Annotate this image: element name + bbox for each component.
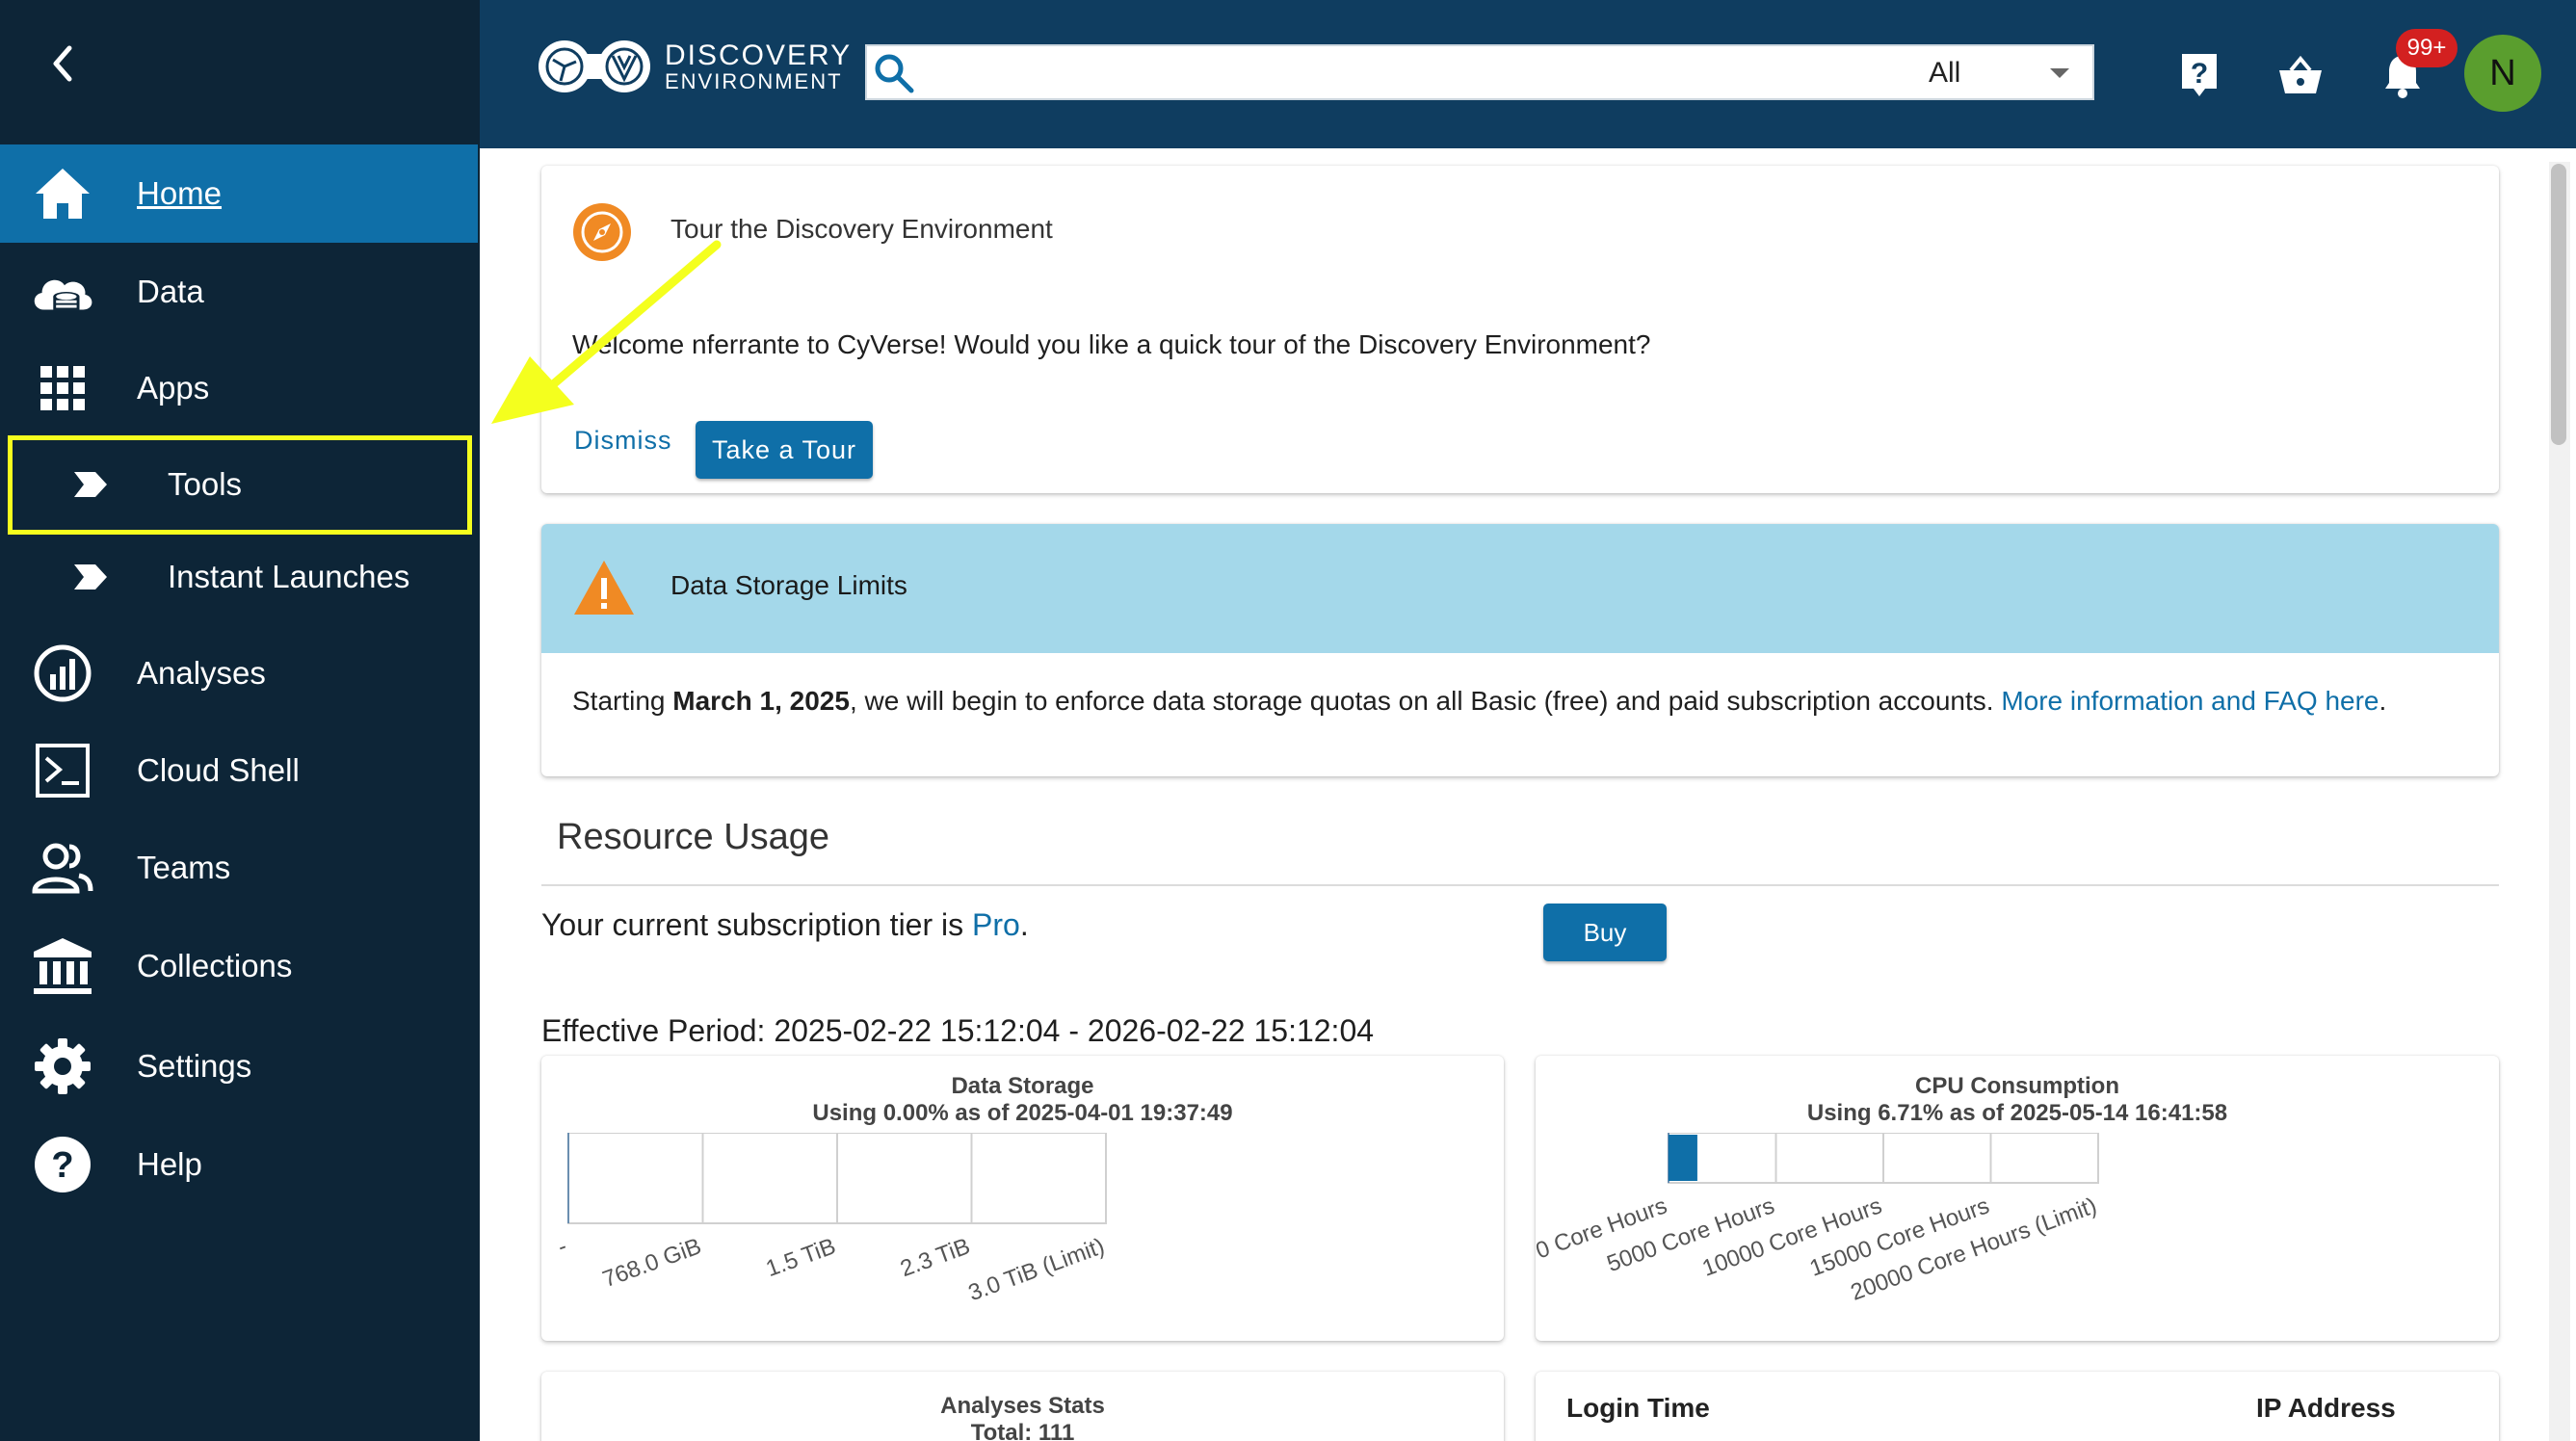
storage-notice-text: , we will begin to enforce data storage …: [849, 686, 2002, 716]
scrollbar-thumb[interactable]: [2551, 164, 2566, 445]
home-icon: [29, 160, 96, 227]
tick-label: 10000 Core Hours: [1699, 1192, 1886, 1281]
tick-label: 768.0 GiB: [599, 1233, 705, 1293]
sidebar-item-help[interactable]: ? Help: [0, 1115, 478, 1214]
search-filter-value: All: [1929, 57, 1961, 89]
column-header-login-time: Login Time: [1566, 1393, 1710, 1423]
sidebar-item-cloud-shell[interactable]: Cloud Shell: [0, 721, 478, 820]
storage-notice-text: Starting: [572, 686, 673, 716]
top-bar: DISCOVERY ENVIRONMENT All ?: [480, 0, 2576, 148]
terminal-icon: [29, 737, 96, 804]
warning-icon: [572, 559, 636, 616]
logo-text-line1: DISCOVERY: [665, 39, 853, 71]
sidebar-item-collections[interactable]: Collections: [0, 917, 478, 1015]
storage-notice-card: Data Storage Limits Starting March 1, 20…: [541, 524, 2499, 776]
grid-icon: [29, 354, 96, 422]
chevron-tag-icon: [56, 543, 123, 611]
cpu-consumption-chart-card: CPU Consumption Using 6.71% as of 2025-0…: [1536, 1056, 2499, 1341]
svg-text:?: ?: [2191, 58, 2208, 90]
tick-label: -: [554, 1233, 570, 1260]
sidebar-item-label: Apps: [137, 370, 210, 406]
sidebar-item-label: Collections: [137, 948, 293, 983]
search-bar: All: [865, 44, 2094, 100]
section-divider: [541, 884, 2499, 886]
resource-usage-title: Resource Usage: [557, 817, 830, 857]
bank-icon: [29, 932, 96, 1000]
sidebar-item-data[interactable]: Data: [0, 243, 478, 341]
sidebar-item-label: Teams: [137, 850, 231, 885]
usage-bar: [1669, 1135, 1697, 1181]
sidebar-item-label: Analyses: [137, 655, 266, 691]
chart-title: Data Storage: [951, 1073, 1094, 1099]
analyses-stats-total: Total: 111: [970, 1420, 1075, 1441]
login-history-card: Login Time IP Address: [1536, 1372, 2499, 1441]
tick-label: 2.3 TiB: [897, 1233, 973, 1282]
analyses-stats-title: Analyses Stats: [940, 1393, 1105, 1419]
sidebar-item-label: Settings: [137, 1048, 252, 1084]
faq-link[interactable]: More information and FAQ here: [2001, 686, 2379, 716]
gear-icon: [29, 1033, 96, 1100]
column-header-ip-address: IP Address: [2256, 1393, 2396, 1423]
tick-label: 1.5 TiB: [763, 1233, 839, 1282]
tier-suffix: .: [1019, 907, 1029, 942]
tick-label: 3.0 TiB (Limit): [965, 1233, 1108, 1306]
chevron-left-icon: [53, 45, 72, 82]
search-input[interactable]: [925, 52, 1888, 94]
dropdown-arrow-icon: [2050, 68, 2069, 78]
effective-period: Effective Period: 2025-02-22 15:12:04 - …: [541, 1013, 1375, 1048]
logo-text-line2: ENVIRONMENT: [665, 69, 843, 94]
sidebar-item-label: Data: [137, 274, 204, 309]
sidebar-item-label: Instant Launches: [168, 559, 410, 594]
tour-body: Welcome nferrante to CyVerse! Would you …: [572, 329, 1651, 359]
annotation-arrow: [491, 240, 722, 424]
chart-subtitle: Using 0.00% as of 2025-04-01 19:37:49: [812, 1100, 1233, 1126]
storage-notice-date: March 1, 2025: [672, 686, 850, 716]
svg-text:?: ?: [51, 1145, 73, 1186]
sidebar-item-label: Home: [137, 175, 223, 211]
data-storage-chart-card: Data Storage Using 0.00% as of 2025-04-0…: [541, 1056, 1504, 1341]
logo-icon: [539, 40, 650, 92]
search-icon: [873, 52, 915, 94]
sidebar-item-label: Cloud Shell: [137, 752, 300, 788]
tools-highlight-box: [8, 435, 472, 535]
sidebar-item-analyses[interactable]: Analyses: [0, 624, 478, 722]
search-filter-select[interactable]: All: [1898, 54, 2071, 92]
basket-button[interactable]: [2272, 46, 2329, 104]
help-button[interactable]: ?: [2170, 46, 2228, 104]
notification-badge: 99+: [2396, 29, 2458, 67]
sidebar-item-teams[interactable]: Teams: [0, 819, 478, 917]
storage-notice-body: Starting March 1, 2025, we will begin to…: [572, 686, 2386, 717]
collapse-sidebar-button[interactable]: [39, 35, 87, 92]
help-chat-icon: ?: [2182, 54, 2217, 96]
storage-notice-header: Data Storage Limits: [541, 524, 2499, 653]
sidebar-item-settings[interactable]: Settings: [0, 1017, 478, 1115]
sidebar-item-home[interactable]: Home: [0, 144, 478, 243]
people-icon: [29, 834, 96, 902]
chart-subtitle: Using 6.71% as of 2025-05-14 16:41:58: [1806, 1100, 2228, 1126]
cpu-consumption-chart: 0 Core Hours5000 Core Hours10000 Core Ho…: [1536, 1133, 2100, 1306]
sidebar-item-apps[interactable]: Apps: [0, 339, 478, 437]
gauge-icon: [29, 640, 96, 707]
sidebar: Home Data Apps Tools Instant Launches An…: [0, 0, 480, 1441]
data-storage-chart: - 768.0 GiB 1.5 TiB 2.3 TiB3.0 TiB (Limit): [554, 1133, 1108, 1306]
tour-card: Tour the Discovery Environment Welcome n…: [541, 166, 2499, 493]
help-icon: ?: [29, 1131, 96, 1198]
user-avatar[interactable]: N: [2464, 35, 2541, 112]
storage-notice-title: Data Storage Limits: [670, 570, 907, 600]
discovery-environment-logo[interactable]: DISCOVERY ENVIRONMENT: [536, 37, 852, 96]
chart-title: CPU Consumption: [1915, 1073, 2119, 1099]
cloud-database-icon: [29, 258, 96, 326]
sidebar-item-instant-launches[interactable]: Instant Launches: [0, 528, 478, 626]
analyses-stats-card: Analyses Stats Total: 111: [541, 1372, 1504, 1441]
tier-link[interactable]: Pro: [972, 907, 1020, 942]
storage-notice-text: .: [2379, 686, 2387, 716]
subscription-tier-text: Your current subscription tier is Pro.: [541, 907, 1029, 943]
tier-prefix: Your current subscription tier is: [541, 907, 973, 942]
buy-button[interactable]: Buy: [1543, 904, 1667, 961]
basket-icon: [2279, 55, 2322, 93]
sidebar-item-label: Help: [137, 1146, 202, 1182]
